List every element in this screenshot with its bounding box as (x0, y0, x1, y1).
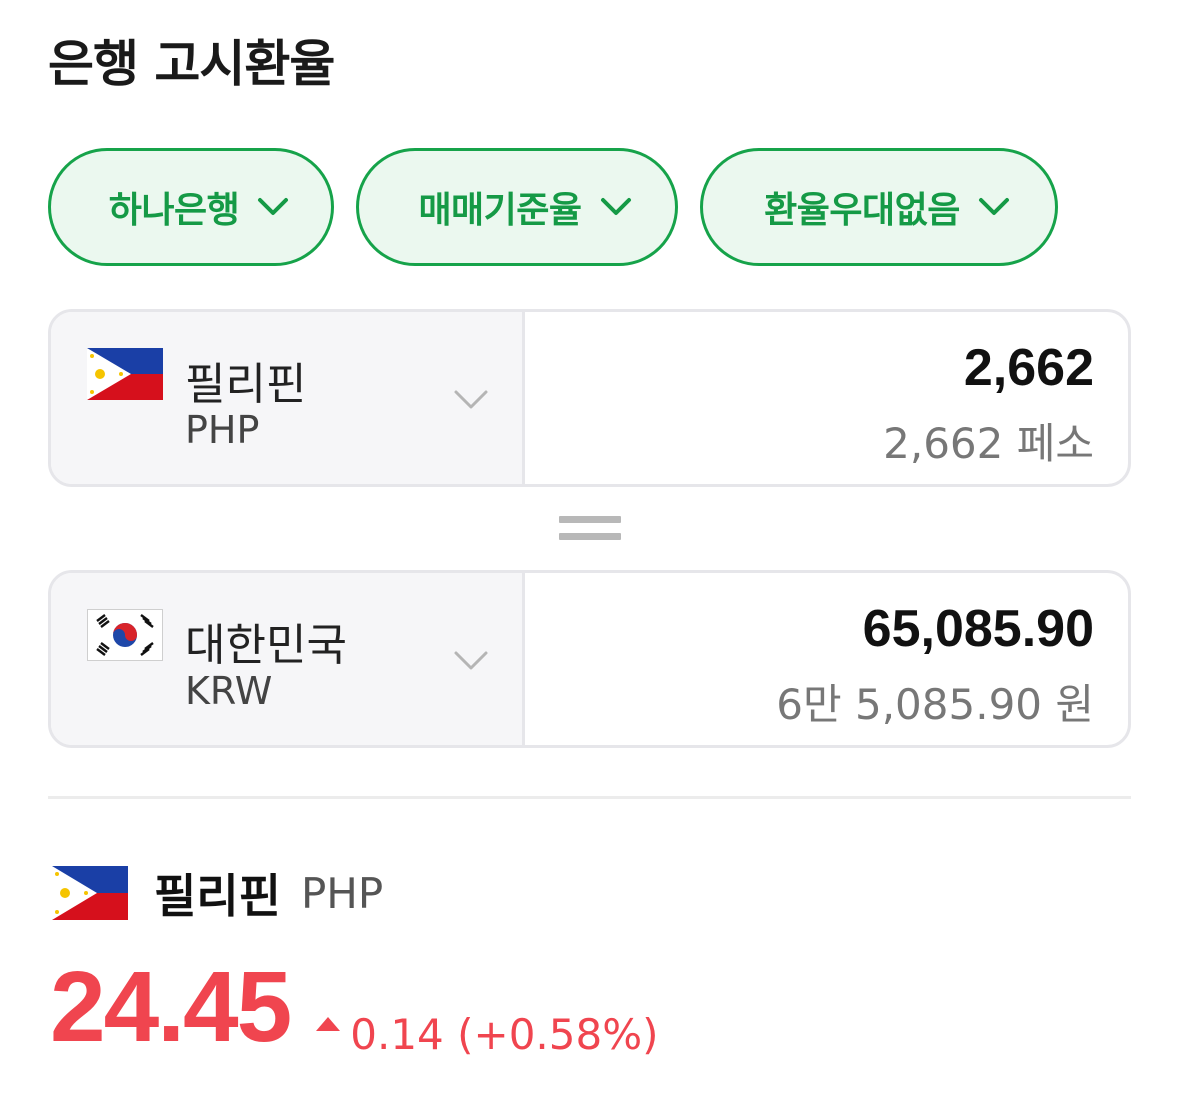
from-currency-select[interactable]: 필리핀 PHP (51, 312, 525, 484)
from-amount-input[interactable]: 2,662 (964, 338, 1094, 398)
page-title: 은행 고시환율 (48, 35, 335, 93)
to-currency-code: KRW (185, 669, 273, 713)
rate-header: 필리핀 PHP (52, 860, 383, 926)
rate-type-filter-label: 매매기준율 (418, 190, 582, 231)
from-country-name: 필리핀 (185, 359, 307, 410)
from-amount-text: 2,662 페소 (883, 419, 1094, 468)
preferential-rate-filter-label: 환율우대없음 (764, 190, 960, 231)
south-korea-flag-icon (87, 609, 163, 661)
equals-icon (559, 516, 621, 544)
chevron-down-icon (258, 198, 289, 215)
chevron-down-icon (454, 651, 488, 670)
chevron-down-icon (600, 198, 631, 215)
chevron-down-icon (454, 390, 488, 409)
exchange-rate-page: 은행 고시환율 하나은행 매매기준율 환율우대없음 필리핀 PHP 2,662 … (0, 0, 1179, 1109)
rate-change-text: 0.14 (+0.58%) (350, 1009, 659, 1059)
bank-filter-label: 하나은행 (108, 190, 240, 231)
rate-country-name: 필리핀 (154, 869, 281, 923)
rate-value: 24.45 (50, 951, 292, 1063)
to-amount-area: 65,085.90 6만 5,085.90 원 (525, 573, 1128, 745)
rate-info: 24.45 0.14 (+0.58%) (50, 950, 659, 1065)
rate-currency-code: PHP (300, 868, 384, 918)
to-currency-select[interactable]: 대한민국 KRW (51, 573, 525, 745)
philippines-flag-icon (52, 866, 128, 920)
filter-bar: 하나은행 매매기준율 환율우대없음 (48, 148, 1058, 266)
preferential-rate-filter-button[interactable]: 환율우대없음 (700, 148, 1058, 266)
rate-change: 0.14 (+0.58%) (316, 1009, 659, 1059)
from-amount-area: 2,662 2,662 페소 (525, 312, 1128, 484)
to-amount-input[interactable]: 65,085.90 (863, 599, 1094, 659)
to-amount-text: 6만 5,085.90 원 (776, 680, 1094, 729)
triangle-up-icon (316, 1017, 341, 1031)
bank-filter-button[interactable]: 하나은행 (48, 148, 334, 266)
philippines-flag-icon (87, 348, 163, 400)
section-divider (48, 796, 1131, 799)
from-currency-code: PHP (185, 408, 260, 452)
rate-type-filter-button[interactable]: 매매기준율 (356, 148, 678, 266)
to-country-name: 대한민국 (185, 620, 347, 671)
to-currency-row: 대한민국 KRW 65,085.90 6만 5,085.90 원 (48, 570, 1131, 748)
from-currency-row: 필리핀 PHP 2,662 2,662 페소 (48, 309, 1131, 487)
chevron-down-icon (978, 198, 1009, 215)
